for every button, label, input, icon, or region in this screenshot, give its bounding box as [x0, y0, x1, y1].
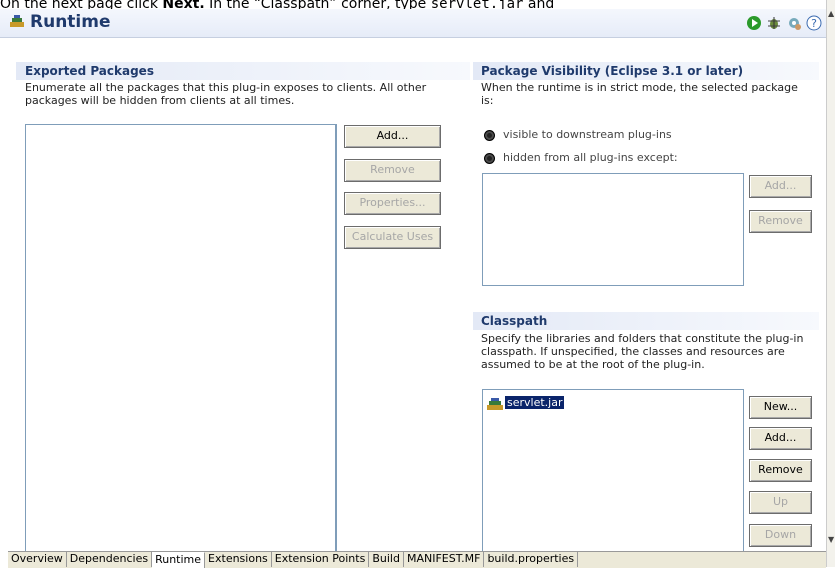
classpath-up-button[interactable]: Up	[749, 491, 812, 514]
visible-downstream-radio[interactable]	[484, 130, 495, 141]
tab-build-properties[interactable]: build.properties	[484, 552, 579, 567]
exported-remove-button[interactable]: Remove	[344, 159, 441, 182]
debug-icon[interactable]	[766, 15, 782, 31]
tab-extension-points[interactable]: Extension Points	[271, 552, 370, 567]
scroll-up-icon[interactable]: ▲	[828, 10, 835, 18]
exported-add-button[interactable]: Add...	[344, 125, 441, 148]
scroll-down-icon[interactable]: ▼	[828, 536, 835, 544]
package-visibility-description: When the runtime is in strict mode, the …	[481, 81, 798, 107]
form-header: Runtime ?	[0, 9, 826, 38]
page-title: Runtime	[30, 12, 111, 32]
help-icon[interactable]: ?	[806, 15, 822, 31]
runtime-icon	[9, 13, 25, 29]
package-visibility-title: Package Visibility (Eclipse 3.1 or later…	[481, 64, 744, 78]
svg-text:?: ?	[811, 17, 817, 30]
jar-icon	[487, 397, 505, 414]
exported-properties-button[interactable]: Properties...	[344, 192, 441, 215]
vertical-scrollbar[interactable]: ▲ ▼	[826, 0, 835, 567]
classpath-new-button[interactable]: New...	[749, 396, 812, 419]
hidden-from-all-label: hidden from all plug-ins except:	[503, 151, 678, 164]
exported-packages-description: Enumerate all the packages that this plu…	[25, 81, 427, 107]
list-border	[335, 124, 336, 551]
run-icon[interactable]	[746, 15, 762, 31]
classpath-add-button[interactable]: Add...	[749, 427, 812, 450]
visibility-plugins-list[interactable]	[482, 173, 744, 286]
tab-overview[interactable]: Overview	[8, 552, 67, 567]
calculate-uses-button[interactable]: Calculate Uses	[344, 226, 441, 249]
tab-runtime[interactable]: Runtime	[152, 552, 206, 568]
classpath-down-button[interactable]: Down	[749, 524, 812, 547]
exported-packages-title: Exported Packages	[25, 64, 154, 78]
visible-downstream-label: visible to downstream plug-ins	[503, 128, 672, 141]
tab-dependencies[interactable]: Dependencies	[66, 552, 153, 567]
tab-extensions[interactable]: Extensions	[205, 552, 272, 567]
classpath-list[interactable]: servlet.jar	[482, 389, 744, 553]
classpath-remove-button[interactable]: Remove	[749, 459, 812, 482]
editor-tabs: Overview Dependencies Runtime Extensions Ext…	[8, 551, 826, 568]
classpath-title: Classpath	[481, 314, 548, 328]
tab-build[interactable]: Build	[369, 552, 404, 567]
hidden-from-all-radio[interactable]	[484, 153, 495, 164]
classpath-item-label: servlet.jar	[505, 396, 565, 409]
tab-manifest-mf[interactable]: MANIFEST.MF	[403, 552, 485, 567]
visibility-add-button[interactable]: Add...	[749, 175, 812, 198]
external-tools-icon[interactable]	[786, 15, 802, 31]
classpath-description: Specify the libraries and folders that c…	[481, 332, 804, 371]
visibility-remove-button[interactable]: Remove	[749, 210, 812, 233]
exported-packages-list[interactable]	[25, 124, 337, 553]
